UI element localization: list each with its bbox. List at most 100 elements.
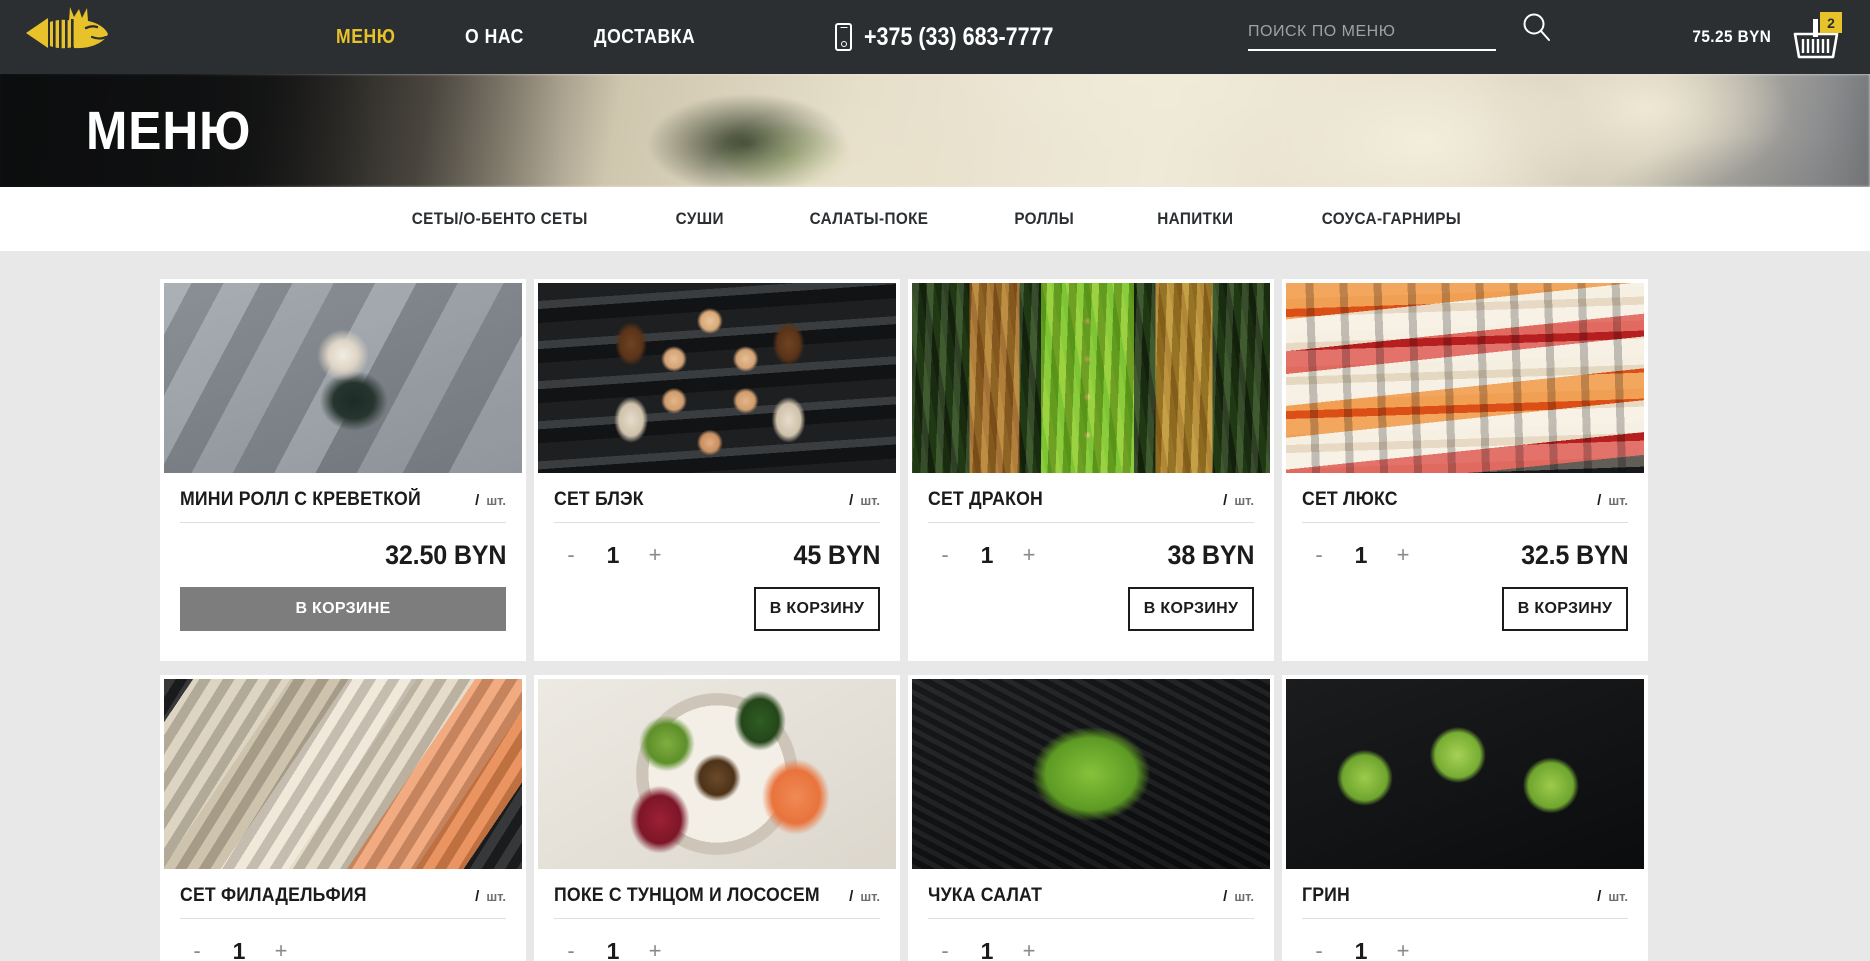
quantity-increment-button[interactable]: + [1012, 544, 1046, 566]
product-price-row: -1 +38 BYN [928, 523, 1254, 587]
product-unit: / шт. [1597, 888, 1628, 905]
unit-label: шт. [860, 889, 880, 904]
search-input[interactable] [1248, 17, 1496, 47]
product-price-row: -1 + [180, 919, 506, 961]
product-title-row: ЧУКА САЛАТ / шт. [928, 869, 1254, 919]
category-navigation: СЕТЫ/О-БЕНТО СЕТЫ СУШИ САЛАТЫ-ПОКЕ РОЛЛЫ… [0, 187, 1870, 251]
product-title: ЧУКА САЛАТ [928, 885, 1043, 906]
unit-label: шт. [1608, 889, 1628, 904]
product-unit: / шт. [1223, 492, 1254, 509]
phone-number[interactable]: +375 (33) 683-7777 [864, 23, 1053, 52]
product-card: СЕТ ЛЮКС / шт. -1 +32.5 BYN В КОРЗИНУ [1282, 279, 1648, 661]
product-title-row: МИНИ РОЛЛ С КРЕВЕТКОЙ / шт. [180, 473, 506, 523]
product-title: СЕТ ЛЮКС [1302, 489, 1398, 510]
product-price-row: 32.50 BYN [180, 523, 506, 587]
category-salads-poke[interactable]: САЛАТЫ-ПОКЕ [809, 209, 928, 229]
unit-slash: / [1223, 492, 1228, 509]
product-title-row: СЕТ ЛЮКС / шт. [1302, 473, 1628, 523]
product-price: 38 BYN [1167, 539, 1254, 570]
product-photo[interactable] [538, 679, 896, 869]
product-photo[interactable] [912, 679, 1270, 869]
product-title: СЕТ ДРАКОН [928, 489, 1043, 510]
quantity-decrement-button[interactable]: - [928, 940, 962, 961]
add-to-cart-button[interactable]: В КОРЗИНУ [1128, 587, 1254, 631]
product-title-row: СЕТ БЛЭК / шт. [554, 473, 880, 523]
phone-block[interactable]: +375 (33) 683-7777 [835, 0, 1084, 74]
product-body: СЕТ БЛЭК / шт. -1 +45 BYN В КОРЗИНУ [538, 473, 896, 661]
product-body: СЕТ ДРАКОН / шт. -1 +38 BYN В КОРЗИНУ [912, 473, 1270, 661]
quantity-increment-button[interactable]: + [638, 544, 672, 566]
category-drinks[interactable]: НАПИТКИ [1157, 209, 1233, 229]
unit-label: шт. [1608, 493, 1628, 508]
product-photo[interactable] [538, 283, 896, 473]
quantity-value[interactable]: 1 [588, 938, 638, 961]
quantity-decrement-button[interactable]: - [1302, 544, 1336, 566]
quantity-increment-button[interactable]: + [1386, 940, 1420, 961]
product-photo[interactable] [164, 283, 522, 473]
product-photo[interactable] [1286, 283, 1644, 473]
add-to-cart-button[interactable]: В КОРЗИНУ [754, 587, 880, 631]
product-card: ЧУКА САЛАТ/шт.-1+В КОРЗИНУ [908, 675, 1274, 961]
category-rolls[interactable]: РОЛЛЫ [1014, 209, 1074, 229]
product-photo[interactable] [1286, 679, 1644, 869]
quantity-value[interactable]: 1 [1336, 938, 1386, 961]
quantity-decrement-button[interactable]: - [554, 940, 588, 961]
mobile-phone-icon [835, 23, 852, 51]
product-body: МИНИ РОЛЛ С КРЕВЕТКОЙ / шт. 32.50 BYN В КОРЗ… [164, 473, 522, 661]
product-card: СЕТ ФИЛАДЕЛЬФИЯ/шт.-1+В КОРЗИНУ [160, 675, 526, 961]
search-icon[interactable] [1520, 11, 1554, 45]
product-unit: / шт. [1597, 492, 1628, 509]
quantity-increment-button[interactable]: + [1012, 940, 1046, 961]
product-unit: / шт. [1223, 888, 1254, 905]
quantity-decrement-button[interactable]: - [928, 544, 962, 566]
quantity-increment-button[interactable]: + [1386, 544, 1420, 566]
product-price-row: -1 +32.5 BYN [1302, 523, 1628, 587]
quantity-decrement-button[interactable]: - [180, 940, 214, 961]
product-body: ЧУКА САЛАТ/шт.-1+В КОРЗИНУ [912, 869, 1270, 961]
add-to-cart-button[interactable]: В КОРЗИНУ [1502, 587, 1628, 631]
site-header: МЕНЮ О НАС ДОСТАВКА +375 (33) 683-7777 7… [0, 0, 1870, 74]
product-price-row: -1 + [554, 919, 880, 961]
in-cart-button[interactable]: В КОРЗИНЕ [180, 587, 506, 631]
quantity-value[interactable]: 1 [588, 542, 638, 569]
product-price: 45 BYN [793, 539, 880, 570]
product-price-row: -1 + [1302, 919, 1628, 961]
unit-label: шт. [486, 493, 506, 508]
quantity-stepper: -1 + [554, 938, 672, 961]
quantity-value[interactable]: 1 [214, 938, 264, 961]
category-sauces-sides[interactable]: СОУСА-ГАРНИРЫ [1321, 209, 1460, 229]
product-card: МИНИ РОЛЛ С КРЕВЕТКОЙ / шт. 32.50 BYN В КОРЗ… [160, 279, 526, 661]
product-photo[interactable] [164, 679, 522, 869]
category-sets-bento[interactable]: СЕТЫ/О-БЕНТО СЕТЫ [411, 209, 587, 229]
category-sushi[interactable]: СУШИ [676, 209, 724, 229]
search-box[interactable] [1248, 13, 1550, 51]
cart-block[interactable]: 75.25 BYN 2 [1688, 0, 1842, 74]
quantity-increment-button[interactable]: + [638, 940, 672, 961]
fish-crown-logo[interactable] [24, 5, 112, 63]
unit-label: шт. [1234, 493, 1254, 508]
page-root: МЕНЮ О НАС ДОСТАВКА +375 (33) 683-7777 7… [0, 0, 1870, 961]
search-icon-glyph [1523, 13, 1550, 41]
product-price: 32.50 BYN [384, 539, 506, 570]
product-unit: / шт. [475, 492, 506, 509]
product-title: СЕТ ФИЛАДЕЛЬФИЯ [180, 885, 367, 906]
nav-item-about[interactable]: О НАС [465, 26, 524, 49]
nav-item-menu[interactable]: МЕНЮ [336, 26, 395, 49]
quantity-decrement-button[interactable]: - [554, 544, 588, 566]
cart-button[interactable]: 2 [1790, 12, 1842, 62]
hero-vignette [0, 74, 1870, 187]
product-grid: МИНИ РОЛЛ С КРЕВЕТКОЙ / шт. 32.50 BYN В КОРЗ… [0, 251, 1870, 961]
quantity-decrement-button[interactable]: - [1302, 940, 1336, 961]
quantity-value[interactable]: 1 [962, 938, 1012, 961]
product-price-row: -1 +45 BYN [554, 523, 880, 587]
quantity-value[interactable]: 1 [962, 542, 1012, 569]
product-body: ГРИН/шт.-1+В КОРЗИНУ [1286, 869, 1644, 961]
product-actions: В КОРЗИНУ [1302, 587, 1628, 647]
nav-item-delivery[interactable]: ДОСТАВКА [594, 26, 695, 49]
quantity-increment-button[interactable]: + [264, 940, 298, 961]
hero-banner: МЕНЮ [0, 74, 1870, 187]
product-actions: В КОРЗИНУ [554, 587, 880, 647]
quantity-value[interactable]: 1 [1336, 542, 1386, 569]
product-photo[interactable] [912, 283, 1270, 473]
unit-slash: / [1597, 492, 1602, 509]
